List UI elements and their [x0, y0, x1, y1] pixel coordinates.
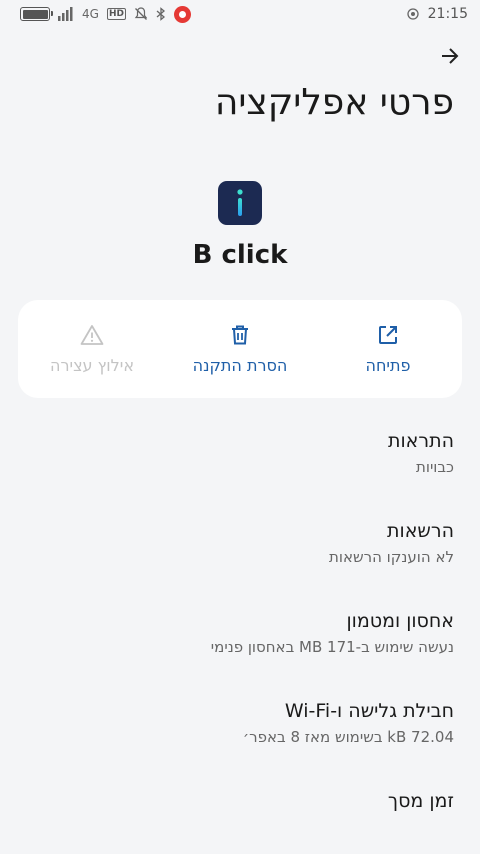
setting-subtitle: נעשה שימוש ב-‏171 MB באחסון פנימי [210, 638, 454, 656]
setting-title: זמן מסך [387, 790, 454, 812]
signal-icon [58, 7, 73, 21]
mute-icon [134, 7, 148, 20]
arrow-right-icon [442, 48, 459, 64]
status-bar: 4G HD 21:15 [0, 0, 480, 28]
screen-record-icon [173, 5, 191, 23]
setting-subtitle: כבויות [416, 458, 454, 476]
setting-notifications[interactable]: התראות כבויות [0, 420, 480, 510]
setting-title: חבילת גלישה ו-Wi-Fi [284, 700, 454, 722]
action-card: פתיחה הסרת התקנה אילוץ עצירה [18, 300, 462, 398]
location-icon [406, 8, 419, 20]
setting-subtitle: לא הוענקו הרשאות [329, 548, 454, 566]
uninstall-label: הסרת התקנה [192, 355, 288, 375]
setting-permissions[interactable]: הרשאות לא הוענקו הרשאות [0, 510, 480, 600]
setting-screen-time[interactable]: זמן מסך [0, 780, 480, 840]
setting-title: התראות [388, 430, 454, 452]
back-button[interactable] [436, 44, 464, 68]
open-external-icon [379, 325, 397, 344]
setting-title: הרשאות [387, 520, 454, 542]
setting-storage-cache[interactable]: אחסון ומטמון נעשה שימוש ב-‏171 MB באחסון… [0, 600, 480, 690]
status-left: 4G HD [20, 5, 191, 23]
app-name: B click [192, 240, 288, 270]
settings-list: התראות כבויות הרשאות לא הוענקו הרשאות אח… [0, 420, 480, 840]
battery-icon [20, 7, 53, 21]
uninstall-button[interactable]: הסרת התקנה [166, 300, 314, 398]
setting-data-usage[interactable]: חבילת גלישה ו-Wi-Fi ‏72.04 kB בשימוש מאז… [0, 690, 480, 780]
clock: 21:15 [427, 6, 468, 22]
force-stop-label: אילוץ עצירה [50, 355, 135, 375]
force-stop-button[interactable]: אילוץ עצירה [18, 300, 166, 398]
page-title: פרטי אפליקציה [214, 82, 454, 123]
info-i-icon [237, 189, 243, 216]
setting-title: אחסון ומטמון [346, 610, 455, 632]
bluetooth-icon [156, 7, 165, 21]
open-button[interactable]: פתיחה [314, 300, 462, 398]
warning-icon [80, 324, 104, 345]
setting-subtitle: ‏72.04 kB בשימוש מאז 8 באפר׳ [242, 728, 454, 746]
hd-badge: HD [106, 8, 126, 20]
trash-icon [232, 325, 248, 344]
app-icon [218, 181, 262, 225]
open-label: פתיחה [365, 355, 411, 375]
status-right: 21:15 [406, 6, 468, 22]
network-type-label: 4G [82, 7, 99, 21]
